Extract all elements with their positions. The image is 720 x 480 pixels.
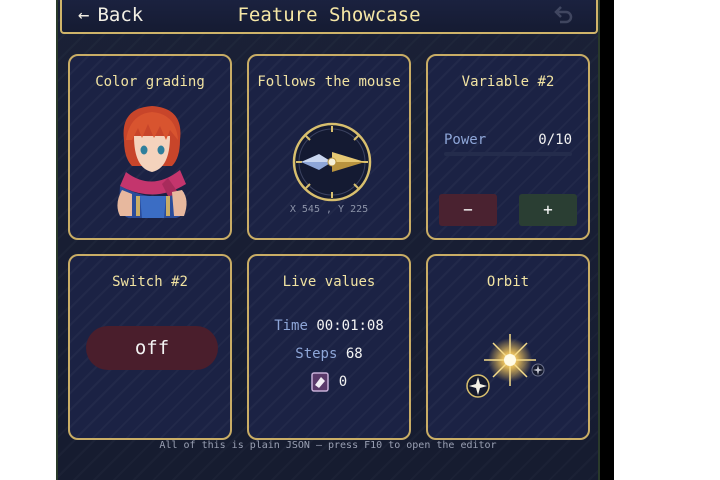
live-values-title: Live values [282,274,376,290]
power-label: Power [444,132,487,148]
compass-icon [292,122,372,202]
variable-panel: Variable #2 Power 0/10 − + [426,54,590,240]
footer-hint: All of this is plain JSON — press F10 to… [159,440,497,451]
small-star-icon [531,363,545,377]
game-window: ← Back Feature Showcase Color grading Fo… [56,0,600,480]
time-row: Time 00:01:08 [249,318,409,334]
variable-title: Variable #2 [461,74,555,90]
steps-value: 68 [345,346,363,362]
switch-panel: Switch #2 off [68,254,232,440]
follow-mouse-title: Follows the mouse [257,74,401,90]
right-border [600,0,614,480]
color-grading-panel: Color grading [68,54,232,240]
decrement-button[interactable]: − [439,194,497,226]
orbit-animation [466,334,545,398]
item-count: 0 [338,374,348,390]
sun-icon [484,334,536,386]
color-grading-title: Color grading [95,74,205,90]
steps-label: Steps [295,346,338,362]
item-card-icon [311,372,329,392]
increment-button[interactable]: + [519,194,577,226]
item-row: 0 [249,372,409,392]
power-bar [444,152,572,156]
orbit-panel: Orbit [426,254,590,440]
page-title: Feature Showcase [237,4,421,26]
live-values-panel: Live values Time 00:01:08 Steps 68 0 [247,254,411,440]
switch-title: Switch #2 [112,274,188,290]
undo-icon[interactable] [552,4,574,26]
switch-toggle[interactable]: off [86,326,218,370]
header-bar: ← Back Feature Showcase [60,0,598,34]
time-value: 00:01:08 [316,318,384,334]
follow-mouse-panel: Follows the mouse X 545 , Y 225 [247,54,411,240]
orbit-title: Orbit [486,274,530,290]
steps-row: Steps 68 [249,346,409,362]
character-portrait [117,106,187,218]
time-label: Time [274,318,308,334]
star-icon [466,374,490,398]
mouse-coordinates: X 545 , Y 225 [289,204,369,215]
power-value: 0/10 [538,132,572,148]
